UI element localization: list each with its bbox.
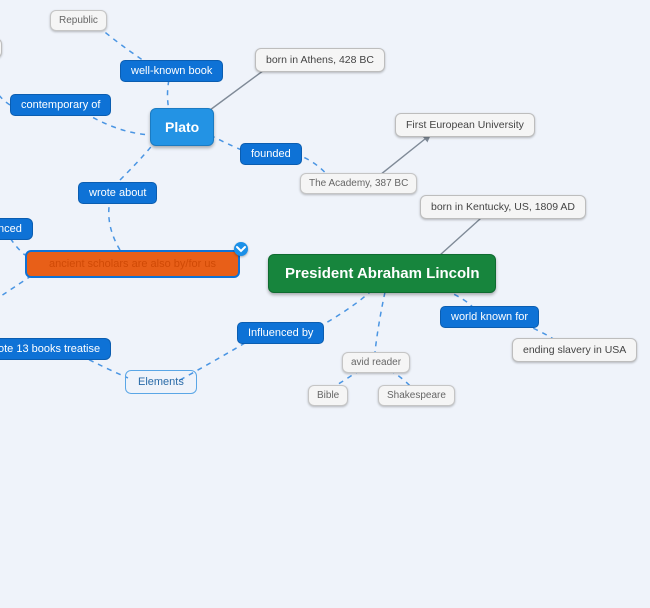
connector-layer	[0, 0, 650, 608]
node-the-academy[interactable]: The Academy, 387 BC	[300, 173, 417, 194]
node-label: nced	[0, 223, 22, 235]
node-born-kentucky[interactable]: born in Kentucky, US, 1809 AD	[420, 195, 586, 219]
concept-map-canvas[interactable]: Republic well-known book born in Athens,…	[0, 0, 650, 608]
node-elements[interactable]: Elements	[125, 370, 197, 394]
node-label: well-known book	[131, 65, 212, 77]
node-label: The Academy, 387 BC	[309, 178, 408, 189]
node-label: world known for	[451, 311, 528, 323]
chevron-down-icon	[234, 242, 248, 256]
node-shakespeare[interactable]: Shakespeare	[378, 385, 455, 406]
node-label: Plato	[165, 119, 199, 135]
node-label: Bible	[317, 390, 339, 401]
node-born-athens[interactable]: born in Athens, 428 BC	[255, 48, 385, 72]
node-label: wrote about	[89, 187, 146, 199]
relation-world-known-for[interactable]: world known for	[440, 306, 539, 328]
relation-founded[interactable]: founded	[240, 143, 302, 165]
node-label: Shakespeare	[387, 390, 446, 401]
relation-well-known-book[interactable]: well-known book	[120, 60, 223, 82]
relation-wrote-13-books-partial[interactable]: ote 13 books treatise	[0, 338, 111, 360]
node-label: born in Kentucky, US, 1809 AD	[431, 201, 575, 213]
relation-influenced-by[interactable]: Influenced by	[237, 322, 324, 344]
node-avid-reader[interactable]: avid reader	[342, 352, 410, 373]
node-label: Elements	[138, 376, 184, 388]
node-label: Republic	[59, 15, 98, 26]
node-offscreen-partial[interactable]	[0, 38, 2, 58]
topic-plato[interactable]: Plato	[150, 108, 214, 146]
expand-handle[interactable]	[234, 242, 248, 256]
node-label: President Abraham Lincoln	[285, 265, 479, 282]
node-selected-ancient-scholars[interactable]: ancient scholars are also by/for us	[25, 250, 240, 278]
node-bible[interactable]: Bible	[308, 385, 348, 406]
node-label: founded	[251, 148, 291, 160]
node-first-european-university[interactable]: First European University	[395, 113, 535, 137]
relation-wrote-about[interactable]: wrote about	[78, 182, 157, 204]
node-label: ote 13 books treatise	[0, 343, 100, 355]
node-label: born in Athens, 428 BC	[266, 54, 374, 66]
node-label: First European University	[406, 119, 524, 131]
node-ending-slavery[interactable]: ending slavery in USA	[512, 338, 637, 362]
node-label: avid reader	[351, 357, 401, 368]
node-label: ancient scholars are also by/for us	[49, 258, 216, 270]
node-label: Influenced by	[248, 327, 313, 339]
node-label: ending slavery in USA	[523, 344, 626, 356]
relation-contemporary-of[interactable]: contemporary of	[10, 94, 111, 116]
node-label: contemporary of	[21, 99, 100, 111]
relation-influenced-partial[interactable]: nced	[0, 218, 33, 240]
node-republic[interactable]: Republic	[50, 10, 107, 31]
topic-lincoln[interactable]: President Abraham Lincoln	[268, 254, 496, 293]
